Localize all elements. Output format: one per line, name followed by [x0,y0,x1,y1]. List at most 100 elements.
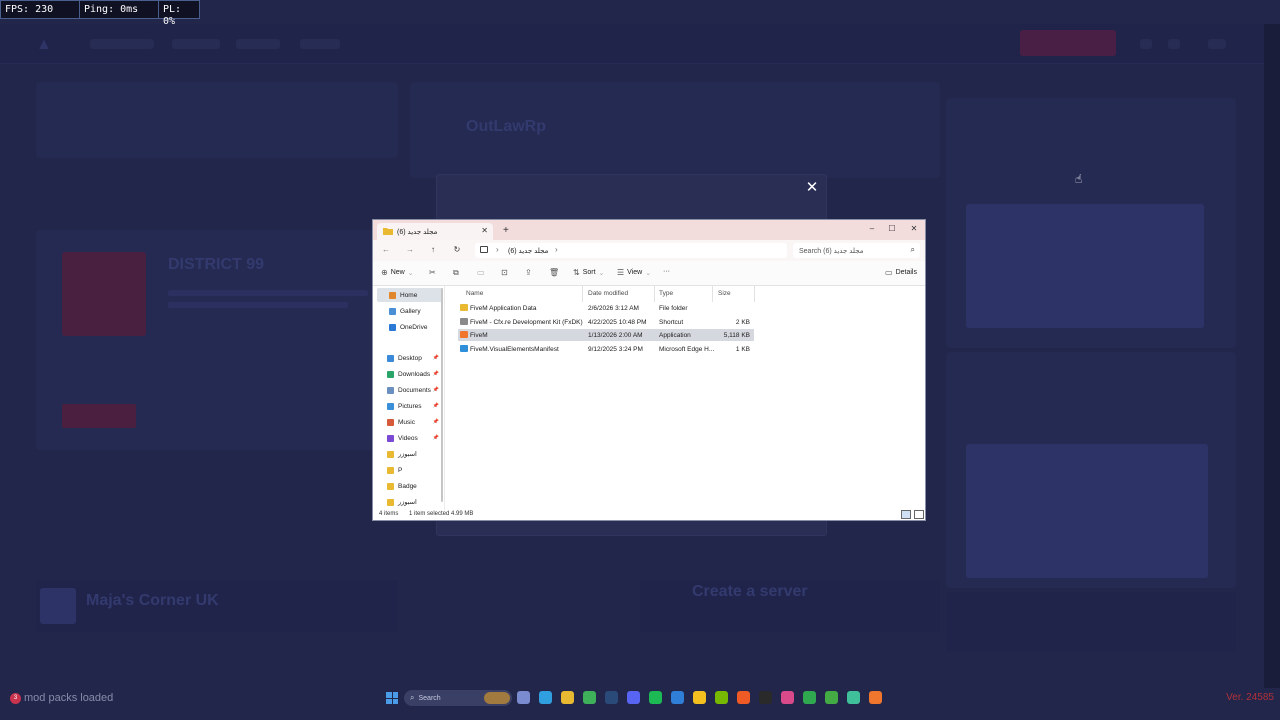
sidebar-item[interactable]: Desktop 📌 [377,351,443,365]
nvidia-icon[interactable] [715,691,728,704]
taskbar-search-input[interactable]: ⌕ Search [404,690,512,706]
new-tab-icon[interactable]: + [503,225,509,236]
sidebar-item[interactable]: Videos 📌 [377,431,443,445]
nav-link[interactable] [236,39,280,49]
column-divider[interactable] [712,286,713,302]
file-explorer-icon[interactable] [561,691,574,704]
sidebar-item[interactable]: اسبوزر [377,447,443,461]
sidebar-item[interactable]: اسبوزر [377,495,443,509]
obs-icon[interactable] [759,691,772,704]
discord-icon[interactable] [627,691,640,704]
column-type[interactable]: Type [659,290,673,297]
close-icon[interactable]: ✕ [805,180,819,195]
search-input[interactable]: Search مجلد جديد (6) ⌕ [793,243,920,258]
file-row[interactable]: FiveM - Cfx.re Development Kit (FxDK) 4/2… [458,316,754,328]
column-name[interactable]: Name [466,290,483,297]
column-divider[interactable] [582,286,583,302]
page-scrollbar[interactable] [1264,24,1280,688]
minimize-icon[interactable]: – [865,223,879,235]
home-icon [389,291,396,299]
sidebar-item[interactable]: Badge [377,479,443,493]
taskview-icon[interactable] [517,691,530,704]
sidebar-item-label: Desktop [398,354,422,362]
close-window-icon[interactable]: ✕ [907,223,921,235]
cut-button[interactable]: ✂ [429,268,436,277]
nav-link[interactable] [90,39,154,49]
app-icon[interactable] [671,691,684,704]
path-label: مجلد جديد (6) [508,248,549,255]
featured-server-title: OutLawRp [466,118,546,135]
file-row[interactable]: FiveM.VisualElementsManifest 9/12/2025 3:… [458,343,754,355]
paste-button[interactable]: ▭ [477,268,485,277]
sidebar-item[interactable]: Pictures 📌 [377,399,443,413]
column-divider[interactable] [654,286,655,302]
bottom-server-logo [40,588,76,624]
sidebar-item-label: اسبوزر [398,451,417,458]
rockstar-icon[interactable] [693,691,706,704]
details-button[interactable]: ▭ Details [885,268,917,277]
user-avatar[interactable] [1208,39,1226,49]
navigation-pane: Home Gallery OneDrive Desktop 📌 Downloads 📌 Doc… [373,286,445,510]
close-tab-icon[interactable]: ✕ [481,226,488,235]
steam-icon[interactable] [605,691,618,704]
history-panel [36,82,398,158]
column-size[interactable]: Size [718,290,731,297]
nav-link[interactable] [300,39,340,49]
forward-icon[interactable]: → [405,245,415,255]
trash-icon: 🗑 [549,268,560,277]
sidebar-item-label: Gallery [400,307,421,315]
column-divider[interactable] [754,286,755,302]
details-view-icon[interactable] [901,510,911,519]
delete-button[interactable]: 🗑 [549,268,559,277]
sidebar-item[interactable]: Music 📌 [377,415,443,429]
tiles-view-icon[interactable] [914,510,924,519]
up-icon[interactable]: ↑ [428,245,438,255]
sidebar-item-label: Home [400,291,418,299]
bottom-server-name: Maja's Corner UK [86,592,219,609]
back-icon[interactable]: ← [381,245,391,255]
new-button[interactable]: ⊕ New ⌄ [381,268,414,277]
brave-icon[interactable] [737,691,750,704]
chevron-right-icon: › [555,245,558,254]
gallery-icon [389,307,396,315]
maximize-icon[interactable]: ☐ [885,223,899,235]
paste-icon: ▭ [477,268,485,277]
copy-button[interactable]: ⧉ [453,268,459,278]
sidebar-item[interactable]: P [377,463,443,477]
server-connect-button[interactable] [62,404,136,428]
connect-button[interactable] [1020,30,1116,56]
photos-icon[interactable] [781,691,794,704]
column-date[interactable]: Date modified [588,290,628,297]
sidebar-item[interactable]: Documents 📌 [377,383,443,397]
sidebar-scrollbar[interactable] [441,288,443,502]
spotify-icon[interactable] [649,691,662,704]
file-row[interactable]: FiveM Application Data 2/6/2026 3:12 AM Fi… [458,302,754,314]
file-type: File folder [659,305,688,312]
edge-icon[interactable] [539,691,552,704]
sort-button[interactable]: ⇅ Sort ⌄ [573,268,604,277]
windows-start-icon[interactable] [386,692,398,704]
address-field[interactable]: › مجلد جديد (6) › [475,243,787,258]
sidebar-item[interactable]: Downloads 📌 [377,367,443,381]
fivem-icon[interactable] [869,691,882,704]
share-button[interactable]: ⇪ [525,268,532,277]
app-icon[interactable] [847,691,860,704]
refresh-icon[interactable]: ↻ [452,245,462,255]
xbox-icon[interactable] [803,691,816,704]
settings-icon[interactable] [1140,39,1152,49]
notifications-icon[interactable] [1168,39,1180,49]
sidebar-item[interactable]: OneDrive [377,320,443,334]
file-row[interactable]: FiveM 1/13/2026 2:00 AM Application 5,118 K… [458,329,754,341]
edge-icon [460,345,468,352]
more-options-icon[interactable]: ··· [663,268,670,275]
sidebar-item[interactable]: Home [377,288,443,302]
sort-icon: ⇅ [573,268,580,277]
chrome-icon[interactable] [583,691,596,704]
rename-button[interactable]: ⊡ [501,268,508,277]
folder-icon [387,482,394,490]
explorer-tab[interactable]: مجلد جديد (6) ✕ [377,223,493,240]
sidebar-item[interactable]: Gallery [377,304,443,318]
view-button[interactable]: ☰ View ⌄ [617,268,651,277]
xbox-icon[interactable] [825,691,838,704]
nav-link[interactable] [172,39,220,49]
